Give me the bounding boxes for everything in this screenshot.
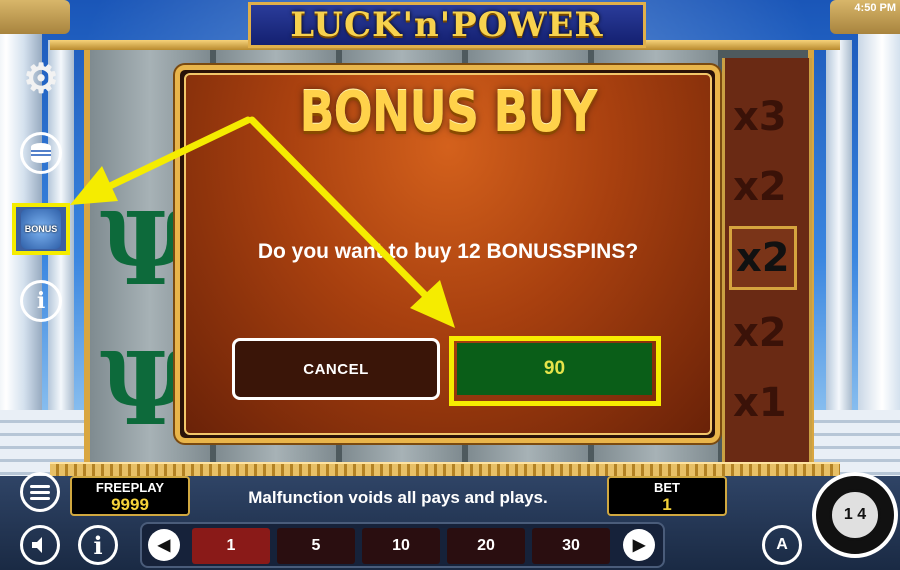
bet-label: BET xyxy=(654,480,680,495)
menu-line-icon xyxy=(30,496,50,500)
bet-option-30[interactable]: 30 xyxy=(532,528,610,564)
buy-confirm-button[interactable]: 90 xyxy=(457,343,652,395)
clock: 4:50 PM xyxy=(854,2,896,14)
reel-bottom-frame xyxy=(50,462,840,476)
menu-button[interactable] xyxy=(20,472,60,512)
bet-option-5[interactable]: 5 xyxy=(277,528,355,564)
menu-line-icon xyxy=(30,490,50,494)
bonus-icon: BONUS xyxy=(21,209,61,249)
cancel-button[interactable]: CANCEL xyxy=(232,338,440,400)
freeplay-label: FREEPLAY xyxy=(95,480,165,495)
info-icon[interactable]: i xyxy=(20,280,62,322)
bet-display: BET 1 xyxy=(607,476,727,516)
bet-option-10[interactable]: 10 xyxy=(362,528,440,564)
multiplier: x3 xyxy=(733,94,787,140)
sound-button[interactable] xyxy=(20,525,60,565)
coins-stack-icon xyxy=(31,143,51,163)
freeplay-value: 9999 xyxy=(111,495,149,514)
spin-icon: 1 4 xyxy=(829,489,881,541)
temple-column-right-inner xyxy=(826,40,852,460)
multiplier-column: x3 x2 x2 x2 x1 xyxy=(722,58,812,462)
column-capital-left xyxy=(0,0,70,34)
bet-value: 1 xyxy=(662,495,672,514)
coins-icon[interactable] xyxy=(20,132,62,174)
autoplay-button[interactable]: A xyxy=(762,525,802,565)
speaker-icon xyxy=(32,537,42,553)
settings-gear-icon[interactable]: ⚙ xyxy=(20,57,62,101)
temple-column-right xyxy=(858,0,900,470)
multiplier-active: x2 xyxy=(729,226,797,290)
bet-increase-arrow-icon[interactable]: ▶ xyxy=(623,529,655,561)
game-title: LUCK'n'POWER xyxy=(290,5,604,45)
freeplay-display: FREEPLAY 9999 xyxy=(70,476,190,516)
bet-option-1[interactable]: 1 xyxy=(192,528,270,564)
malfunction-notice: Malfunction voids all pays and plays. xyxy=(248,488,548,507)
dialog-title: BONUS BUY xyxy=(299,80,598,145)
dialog-question: Do you want to buy 12 BONUSSPINS? xyxy=(257,240,639,263)
multiplier: x2 xyxy=(733,310,787,356)
info-button[interactable]: i xyxy=(78,525,118,565)
multiplier: x1 xyxy=(733,380,787,426)
spin-button[interactable]: 1 4 xyxy=(812,472,898,558)
game-title-banner: LUCK'n'POWER xyxy=(248,2,646,48)
bet-option-20[interactable]: 20 xyxy=(447,528,525,564)
bonus-buy-button[interactable]: BONUS xyxy=(12,203,70,255)
menu-line-icon xyxy=(30,484,50,488)
bet-decrease-arrow-icon[interactable]: ◀ xyxy=(148,529,180,561)
multiplier: x2 xyxy=(733,164,787,210)
